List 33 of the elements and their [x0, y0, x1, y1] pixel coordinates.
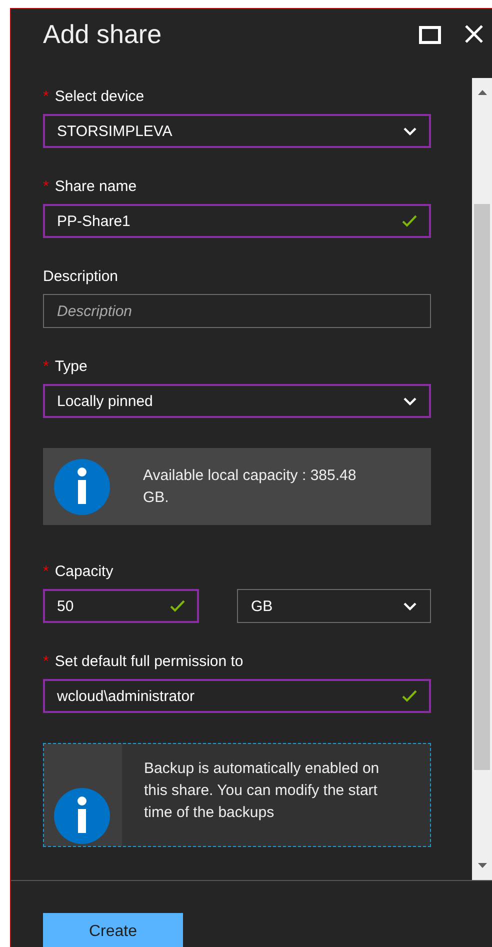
- required-asterisk: *: [43, 563, 49, 582]
- scroll-up-icon[interactable]: [478, 90, 487, 95]
- dropdown[interactable]: Locally pinned: [43, 384, 431, 418]
- info-text: Backup is automatically enabled on this share. You can modify the start time of the backups: [144, 759, 380, 823]
- info-icon: [54, 788, 110, 844]
- text-field[interactable]: Description: [43, 294, 431, 328]
- blade-title: Add share: [43, 19, 163, 50]
- text-field[interactable]: wcloud\administrator: [43, 679, 431, 713]
- field-label: Capacity: [54, 563, 114, 582]
- text-field[interactable]: 50: [43, 589, 199, 623]
- info-icon: [54, 458, 110, 514]
- field-label: Share name: [54, 178, 137, 197]
- required-asterisk: *: [43, 653, 49, 672]
- close-icon[interactable]: [465, 25, 483, 43]
- info-text: Available local capacity : 385.48 GB.: [143, 466, 358, 508]
- field-label: Select device: [54, 88, 144, 107]
- create-button[interactable]: Create: [43, 913, 183, 947]
- chevron-down-icon: [403, 396, 417, 406]
- scroll-down-icon[interactable]: [478, 863, 487, 868]
- field-label: Set default full permission to: [54, 653, 244, 672]
- chevron-down-icon: [403, 602, 417, 610]
- field-label: Description: [43, 268, 118, 287]
- required-asterisk: *: [43, 178, 49, 197]
- dropdown[interactable]: STORSIMPLEVA: [43, 114, 431, 148]
- text-field[interactable]: PP-Share1: [43, 204, 431, 238]
- dropdown[interactable]: GB: [237, 589, 431, 623]
- scrollbar-thumb[interactable]: [474, 204, 490, 770]
- field-label: Type: [54, 358, 88, 377]
- required-asterisk: *: [43, 88, 49, 107]
- scrollbar[interactable]: [472, 78, 492, 880]
- required-asterisk: *: [43, 358, 49, 377]
- chevron-down-icon: [403, 126, 417, 136]
- maximize-icon[interactable]: [419, 26, 441, 44]
